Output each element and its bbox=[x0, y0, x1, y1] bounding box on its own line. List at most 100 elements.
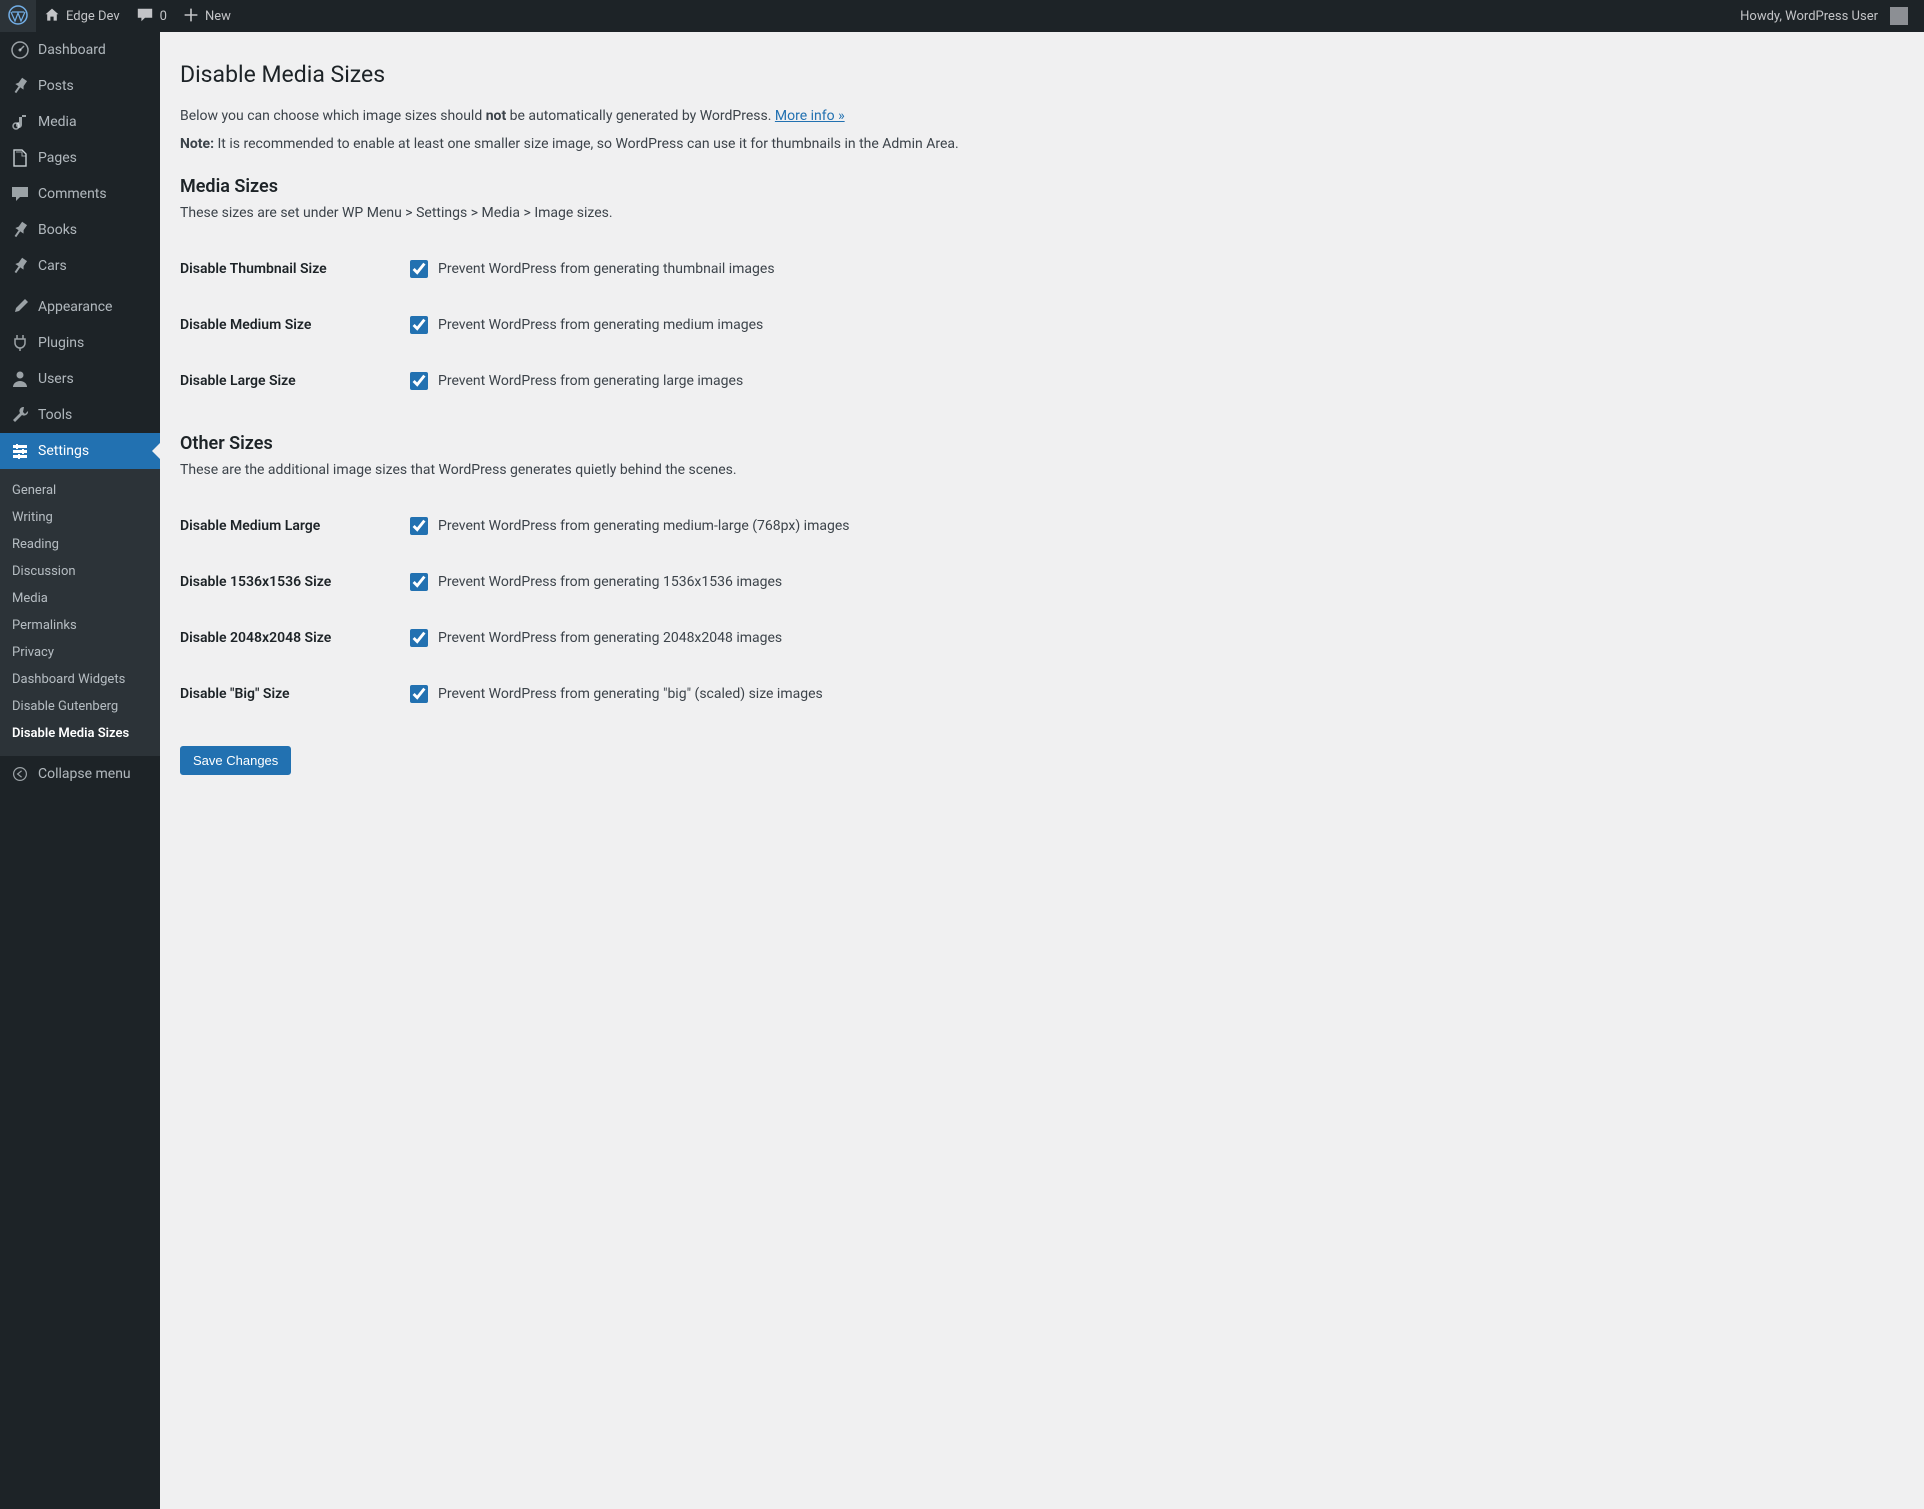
other-checkbox-0[interactable] bbox=[410, 517, 428, 535]
media-icon bbox=[10, 112, 30, 132]
table-row: Disable 1536x1536 Size Prevent WordPress … bbox=[180, 554, 1904, 610]
other-checkbox-3[interactable] bbox=[410, 685, 428, 703]
home-icon bbox=[44, 7, 60, 26]
other-sizes-desc: These are the additional image sizes tha… bbox=[180, 462, 1904, 478]
menu-item-label: Books bbox=[38, 222, 77, 238]
submenu-item-reading[interactable]: Reading bbox=[0, 531, 160, 558]
other-checkbox-2[interactable] bbox=[410, 629, 428, 647]
my-account-link[interactable]: Howdy, WordPress User bbox=[1732, 0, 1916, 32]
admin-menu: Dashboard Posts Media Pages Comments Books Car… bbox=[0, 32, 160, 755]
plug-icon bbox=[10, 333, 30, 353]
wp-logo[interactable] bbox=[0, 0, 36, 32]
option-label: Disable "Big" Size bbox=[180, 666, 400, 722]
menu-item-label: Users bbox=[38, 371, 74, 387]
note-text: Note: It is recommended to enable at lea… bbox=[180, 136, 1904, 152]
menu-item-settings[interactable]: Settings bbox=[0, 433, 160, 469]
wordpress-icon bbox=[8, 5, 28, 28]
submenu-item-writing[interactable]: Writing bbox=[0, 504, 160, 531]
pin-icon bbox=[10, 220, 30, 240]
menu-item-comments[interactable]: Comments bbox=[0, 176, 160, 212]
checkbox-label[interactable]: Prevent WordPress from generating "big" … bbox=[410, 685, 1894, 703]
comments-link[interactable]: 0 bbox=[128, 0, 175, 32]
checkbox-label[interactable]: Prevent WordPress from generating large … bbox=[410, 372, 1894, 390]
brush-icon bbox=[10, 297, 30, 317]
comments-count: 0 bbox=[160, 9, 167, 24]
menu-item-dashboard[interactable]: Dashboard bbox=[0, 32, 160, 68]
option-label: Disable 1536x1536 Size bbox=[180, 554, 400, 610]
other-checkbox-1[interactable] bbox=[410, 573, 428, 591]
menu-item-label: Posts bbox=[38, 78, 74, 94]
menu-item-users[interactable]: Users bbox=[0, 361, 160, 397]
howdy-text: Howdy, WordPress User bbox=[1740, 9, 1878, 24]
checkbox-label[interactable]: Prevent WordPress from generating 1536x1… bbox=[410, 573, 1894, 591]
admin-toolbar: Edge Dev 0 New Howdy, WordPress User bbox=[0, 0, 1924, 32]
option-label: Disable Large Size bbox=[180, 353, 400, 409]
save-button[interactable]: Save Changes bbox=[180, 746, 291, 775]
menu-item-label: Media bbox=[38, 114, 77, 130]
menu-item-label: Tools bbox=[38, 407, 72, 423]
submenu-item-general[interactable]: General bbox=[0, 477, 160, 504]
menu-item-label: Comments bbox=[38, 186, 107, 202]
table-row: Disable Medium Large Prevent WordPress fr… bbox=[180, 498, 1904, 554]
avatar bbox=[1890, 7, 1908, 25]
table-row: Disable Thumbnail Size Prevent WordPress … bbox=[180, 241, 1904, 297]
menu-item-label: Pages bbox=[38, 150, 77, 166]
intro-text: Below you can choose which image sizes s… bbox=[180, 108, 1904, 124]
menu-item-posts[interactable]: Posts bbox=[0, 68, 160, 104]
media-checkbox-0[interactable] bbox=[410, 260, 428, 278]
page-icon bbox=[10, 148, 30, 168]
menu-item-label: Dashboard bbox=[38, 42, 106, 58]
plus-icon bbox=[183, 7, 199, 26]
collapse-label: Collapse menu bbox=[38, 766, 131, 782]
menu-item-pages[interactable]: Pages bbox=[0, 140, 160, 176]
collapse-icon bbox=[10, 764, 30, 784]
checkbox-text: Prevent WordPress from generating 1536x1… bbox=[438, 574, 782, 590]
menu-item-label: Appearance bbox=[38, 299, 112, 315]
submenu-item-discussion[interactable]: Discussion bbox=[0, 558, 160, 585]
checkbox-label[interactable]: Prevent WordPress from generating medium… bbox=[410, 517, 1894, 535]
checkbox-label[interactable]: Prevent WordPress from generating thumbn… bbox=[410, 260, 1894, 278]
other-sizes-table: Disable Medium Large Prevent WordPress fr… bbox=[180, 498, 1904, 722]
user-icon bbox=[10, 369, 30, 389]
media-checkbox-1[interactable] bbox=[410, 316, 428, 334]
checkbox-text: Prevent WordPress from generating medium… bbox=[438, 317, 763, 333]
menu-item-cars[interactable]: Cars bbox=[0, 248, 160, 284]
collapse-menu-button[interactable]: Collapse menu bbox=[0, 755, 160, 792]
menu-item-plugins[interactable]: Plugins bbox=[0, 325, 160, 361]
menu-item-tools[interactable]: Tools bbox=[0, 397, 160, 433]
menu-item-appearance[interactable]: Appearance bbox=[0, 289, 160, 325]
checkbox-text: Prevent WordPress from generating medium… bbox=[438, 518, 849, 534]
comment-icon bbox=[136, 6, 154, 27]
checkbox-label[interactable]: Prevent WordPress from generating 2048x2… bbox=[410, 629, 1894, 647]
media-sizes-desc: These sizes are set under WP Menu > Sett… bbox=[180, 205, 1904, 221]
settings-submenu: GeneralWritingReadingDiscussionMediaPerm… bbox=[0, 469, 160, 755]
submenu-item-disable-gutenberg[interactable]: Disable Gutenberg bbox=[0, 693, 160, 720]
menu-item-label: Settings bbox=[38, 443, 89, 459]
option-label: Disable Medium Large bbox=[180, 498, 400, 554]
submenu-item-disable-media-sizes[interactable]: Disable Media Sizes bbox=[0, 720, 160, 747]
new-content-link[interactable]: New bbox=[175, 0, 239, 32]
pin-icon bbox=[10, 256, 30, 276]
checkbox-label[interactable]: Prevent WordPress from generating medium… bbox=[410, 316, 1894, 334]
menu-item-media[interactable]: Media bbox=[0, 104, 160, 140]
site-name-link[interactable]: Edge Dev bbox=[36, 0, 128, 32]
checkbox-text: Prevent WordPress from generating thumbn… bbox=[438, 261, 775, 277]
table-row: Disable Medium SizePrevent WordPress fro… bbox=[180, 297, 1904, 353]
table-row: Disable Large Size Prevent WordPress from… bbox=[180, 353, 1904, 409]
submenu-item-privacy[interactable]: Privacy bbox=[0, 639, 160, 666]
submenu-item-permalinks[interactable]: Permalinks bbox=[0, 612, 160, 639]
pin-icon bbox=[10, 76, 30, 96]
option-label: Disable 2048x2048 Size bbox=[180, 610, 400, 666]
comment-icon bbox=[10, 184, 30, 204]
menu-item-books[interactable]: Books bbox=[0, 212, 160, 248]
menu-item-label: Cars bbox=[38, 258, 67, 274]
option-label: Disable Thumbnail Size bbox=[180, 241, 400, 297]
menu-item-label: Plugins bbox=[38, 335, 84, 351]
media-checkbox-2[interactable] bbox=[410, 372, 428, 390]
submenu-item-media[interactable]: Media bbox=[0, 585, 160, 612]
page-content: Disable Media Sizes Below you can choose… bbox=[160, 32, 1924, 1509]
checkbox-text: Prevent WordPress from generating large … bbox=[438, 373, 743, 389]
new-label: New bbox=[205, 9, 231, 24]
submenu-item-dashboard-widgets[interactable]: Dashboard Widgets bbox=[0, 666, 160, 693]
more-info-link[interactable]: More info » bbox=[775, 108, 845, 124]
